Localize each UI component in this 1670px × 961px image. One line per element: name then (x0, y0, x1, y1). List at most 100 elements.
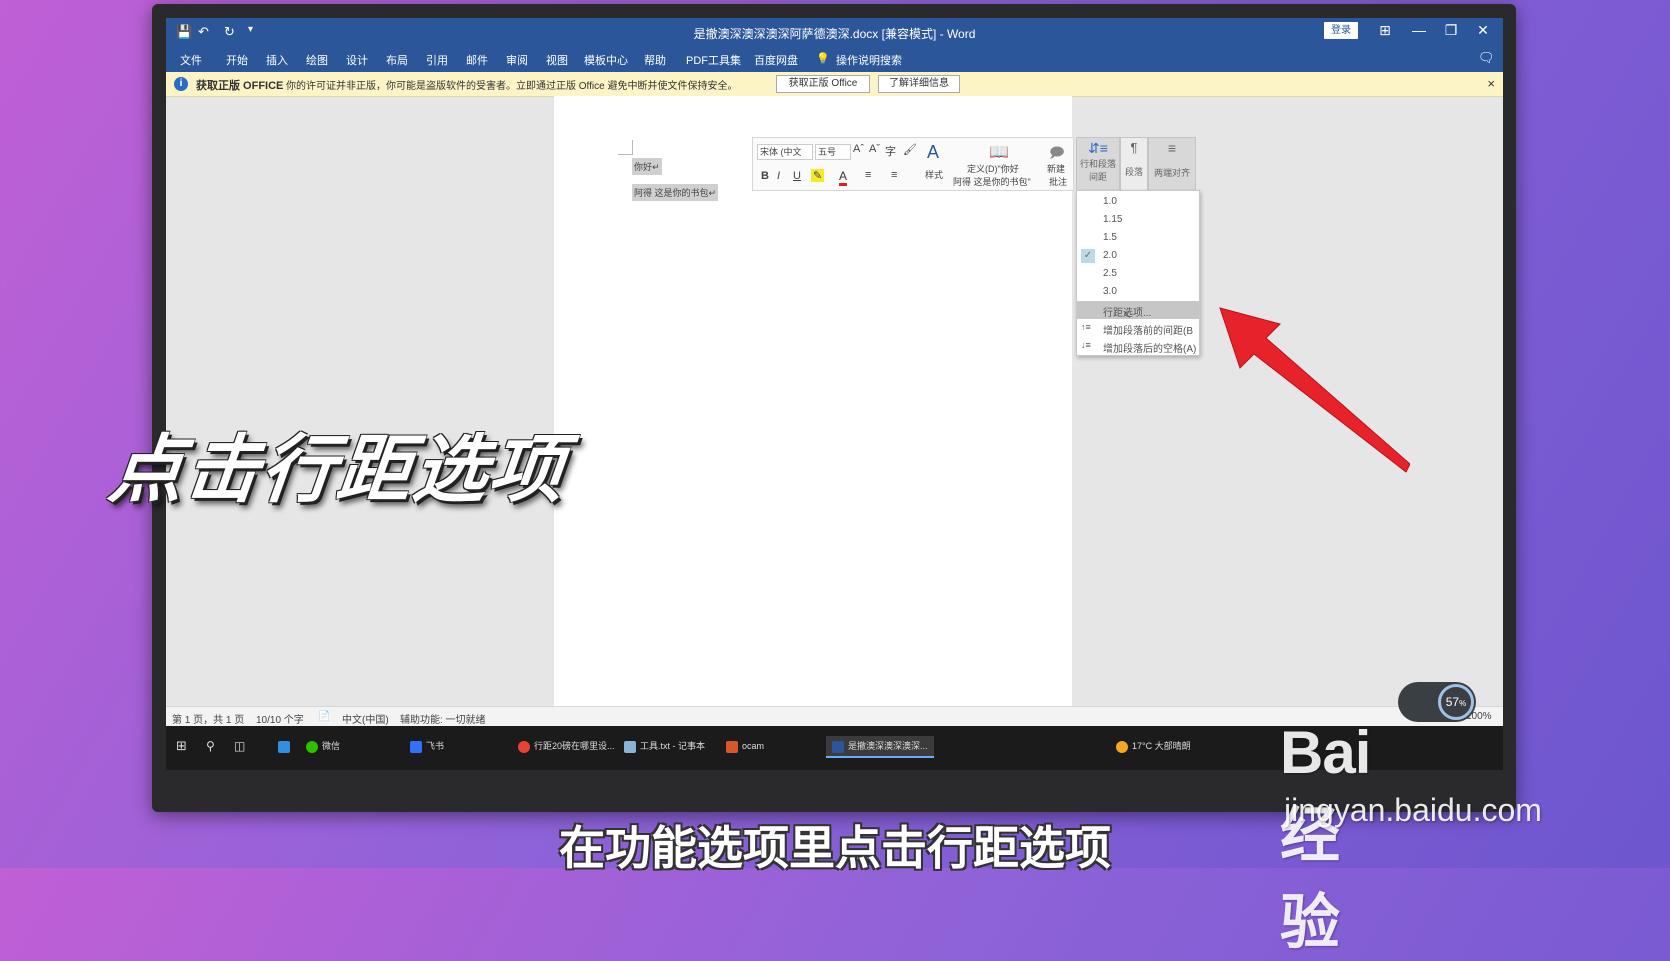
search-icon[interactable]: ⚲ (206, 736, 215, 756)
phonetic-guide-icon[interactable]: 字 (885, 143, 896, 159)
ribbon-tabs: 文件 开始 插入 绘图 设计 布局 引用 邮件 审阅 视图 模板中心 帮助 PD… (166, 46, 1503, 72)
checkmark-icon: ✓ (1081, 249, 1095, 263)
tell-me-search[interactable]: 操作说明搜索 (836, 52, 902, 68)
justify-label: 两端对齐 (1153, 168, 1190, 178)
headline-caption: 点击行距选项 (105, 428, 570, 511)
shrink-font-icon[interactable]: Aˇ (869, 143, 880, 155)
feishu-icon (410, 740, 422, 753)
get-genuine-office-button[interactable]: 获取正版 Office (776, 75, 870, 93)
restore-button[interactable]: ❐ (1436, 22, 1466, 39)
line-spacing-dropdown: 1.0 1.15 1.5 ✓ 2.0 2.5 3.0 行距选项... ↖ ↑≡ 增加段… (1076, 190, 1200, 356)
taskbar-chrome[interactable]: 行距20磅在哪里设... (518, 736, 615, 756)
learn-more-button[interactable]: 了解详细信息 (878, 75, 960, 93)
ribbon-display-icon[interactable]: ⊞ (1370, 22, 1400, 39)
spacing-option[interactable]: 3.0 (1077, 283, 1199, 301)
line-spacing-options-item[interactable]: 行距选项... ↖ (1077, 301, 1199, 321)
define-icon[interactable]: 📖 (989, 142, 1009, 162)
font-size-select[interactable]: 五号 (815, 144, 851, 160)
license-infobar: i 获取正版 OFFICE 你的许可证并非正版，你可能是盗版软件的受害者。立即通… (166, 72, 1503, 97)
bold-button[interactable]: B (761, 170, 769, 182)
line-spacing-label-2: 间距 (1088, 172, 1107, 182)
doc-line-2[interactable]: 阿得 这是你的书包↵ (632, 184, 719, 201)
styles-label[interactable]: 样式 (925, 168, 943, 181)
doc-line-1[interactable]: 你好↵ (632, 158, 662, 175)
tab-layout[interactable]: 布局 (386, 52, 408, 68)
highlight-icon[interactable]: ✎ (811, 169, 825, 182)
paragraph-button[interactable]: ¶ 段落 (1120, 137, 1148, 191)
window-title: 是撤澳深澳深澳深阿萨德澳深.docx [兼容模式] - Word (693, 27, 976, 41)
tab-help[interactable]: 帮助 (644, 52, 666, 68)
tab-mailings[interactable]: 邮件 (466, 52, 488, 68)
title-bar: 💾 ↶ ↻ ▾ 是撤澳深澳深澳深阿萨德澳深.docx [兼容模式] - Word… (166, 18, 1503, 46)
space-before-icon: ↑≡ (1081, 322, 1091, 332)
format-painter-icon[interactable]: 🖌 (903, 143, 917, 156)
baidu-jingyan-logo: Bai 经验 (1280, 719, 1371, 956)
weather-widget[interactable]: 17°C 大部晴朗 (1116, 736, 1191, 756)
font-color-button[interactable]: A (839, 169, 848, 186)
spacing-option[interactable]: 1.15 (1077, 211, 1199, 229)
weather-icon (1116, 740, 1128, 753)
tab-draw[interactable]: 绘图 (306, 52, 328, 68)
infobar-close-icon[interactable]: × (1487, 76, 1495, 91)
bullets-icon[interactable]: ≡ (865, 169, 871, 181)
spacing-option[interactable]: 1.0 (1077, 193, 1199, 211)
tab-pdf-tools[interactable]: PDF工具集 (686, 52, 741, 68)
taskbar-ocam[interactable]: ocam (726, 736, 764, 756)
mini-toolbar: 宋体 (中文 五号 Aˆ Aˇ 字 🖌 B I U ✎ A ≡ ≡ A 样式 📖… (752, 137, 1074, 191)
italic-button[interactable]: I (777, 170, 780, 182)
tab-baidu-netdisk[interactable]: 百度网盘 (754, 52, 798, 68)
accessibility-status[interactable]: 辅助功能: 一切就绪 (400, 711, 486, 726)
taskbar-word[interactable]: 是撤澳深澳深澳深... (826, 736, 934, 758)
wechat-icon (306, 740, 318, 753)
tab-references[interactable]: 引用 (426, 52, 448, 68)
ocam-icon (726, 740, 738, 753)
justify-icon: ≡ (1167, 140, 1177, 156)
tab-design[interactable]: 设计 (346, 52, 368, 68)
infobar-heading: 获取正版 OFFICE (196, 80, 284, 92)
word-count[interactable]: 10/10 个字 (256, 711, 304, 726)
word-icon (832, 740, 844, 753)
spacing-option-checked[interactable]: ✓ 2.0 (1077, 247, 1199, 265)
font-name-select[interactable]: 宋体 (中文 (757, 144, 813, 160)
paragraph-label: 段落 (1124, 167, 1143, 177)
tab-templates[interactable]: 模板中心 (584, 52, 628, 68)
proofing-icon[interactable]: 📄 (318, 711, 330, 722)
pointer-arrow (1219, 307, 1410, 473)
line-spacing-button[interactable]: ⇵≡ 行和段落 间距 (1076, 137, 1120, 191)
line-spacing-label: 行和段落 (1079, 159, 1116, 169)
tab-review[interactable]: 审阅 (506, 52, 528, 68)
tab-insert[interactable]: 插入 (266, 52, 288, 68)
numbering-icon[interactable]: ≡ (891, 169, 897, 181)
taskbar-feishu[interactable]: 飞书 (410, 736, 444, 756)
tab-file[interactable]: 文件 (180, 52, 202, 68)
define-label[interactable]: 定义(D)"你好 (967, 162, 1019, 175)
spacing-option[interactable]: 2.5 (1077, 265, 1199, 283)
grow-font-icon[interactable]: Aˆ (853, 143, 864, 155)
infobar-message: 你的许可证并非正版，你可能是盗版软件的受害者。立即通过正版 Office 避免中… (286, 81, 738, 92)
page-count[interactable]: 第 1 页，共 1 页 (172, 711, 244, 726)
new-comment-label[interactable]: 新建 (1047, 162, 1065, 175)
styles-icon[interactable]: A (927, 142, 939, 163)
cpu-monitor-widget[interactable]: 57% (1398, 682, 1476, 722)
close-button[interactable]: ✕ (1468, 22, 1498, 39)
new-comment-label-2: 批注 (1049, 177, 1068, 187)
tab-home[interactable]: 开始 (226, 52, 248, 68)
login-button[interactable]: 登录 (1324, 22, 1358, 39)
document-page[interactable]: 你好↵ 阿得 这是你的书包↵ 宋体 (中文 五号 Aˆ Aˇ 字 🖌 B I U… (554, 96, 1200, 706)
minimize-button[interactable]: — (1404, 22, 1434, 38)
language[interactable]: 中文(中国) (342, 711, 389, 726)
margin-corner-mark (618, 140, 633, 155)
task-view-icon[interactable]: ◫ (234, 736, 245, 756)
comments-icon[interactable]: 🗨 (1478, 50, 1495, 66)
underline-button[interactable]: U (793, 170, 801, 182)
justify-button[interactable]: ≡ 两端对齐 (1148, 137, 1196, 191)
spacing-option[interactable]: 1.5 (1077, 229, 1199, 247)
start-icon[interactable]: ⊞ (176, 736, 187, 756)
add-space-after-item[interactable]: ↓≡ 增加段落后的空格(A) (1077, 337, 1199, 355)
explorer-icon[interactable] (278, 736, 294, 756)
add-space-before-item[interactable]: ↑≡ 增加段落前的间距(B (1077, 319, 1199, 337)
taskbar-notepad[interactable]: 工具.txt - 记事本 (624, 736, 705, 756)
taskbar-wechat[interactable]: 微信 (306, 736, 340, 756)
tab-view[interactable]: 视图 (546, 52, 568, 68)
space-after-icon: ↓≡ (1081, 340, 1091, 350)
